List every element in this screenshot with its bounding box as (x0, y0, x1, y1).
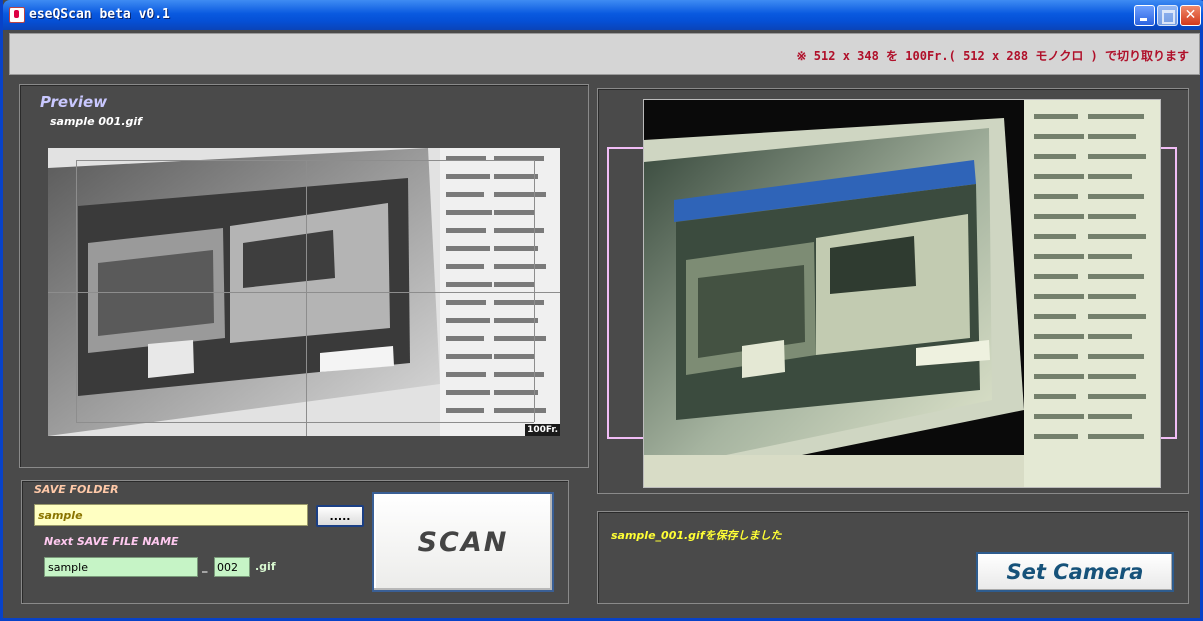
camera-photo (644, 100, 1160, 487)
file-extension-label: .gif (255, 560, 276, 573)
preview-title: Preview (40, 93, 108, 111)
save-panel: SAVE FOLDER ..... Next SAVE FILE NAME _ … (21, 480, 569, 604)
grid-line (306, 160, 307, 436)
camera-image (643, 99, 1161, 488)
camera-panel (597, 88, 1189, 494)
save-folder-label: SAVE FOLDER (34, 483, 119, 496)
grid-line (48, 292, 560, 293)
file-name-separator: _ (202, 560, 208, 573)
browse-folder-button[interactable]: ..... (316, 505, 364, 527)
minimize-button[interactable] (1134, 5, 1155, 26)
crop-info-note: ※ 512 x 348 を 100Fr.( 512 x 288 モノクロ ) で… (796, 49, 1189, 63)
minimize-icon (1135, 6, 1154, 25)
close-button[interactable]: ✕ (1180, 5, 1201, 26)
preview-file-name: sample 001.gif (50, 115, 142, 128)
grid-line (76, 160, 77, 422)
grid-line (76, 422, 534, 423)
close-icon: ✕ (1184, 7, 1197, 23)
title-bar[interactable]: eseQScan beta v0.1 ✕ (3, 0, 1203, 30)
frame-count-label: 100Fr. (525, 424, 560, 436)
preview-panel: Preview sample 001.gif 100Fr. (19, 84, 589, 468)
scan-button[interactable]: SCAN (372, 492, 554, 592)
crop-bracket-left (607, 147, 645, 439)
preview-image: 100Fr. (48, 148, 560, 436)
file-name-input[interactable] (44, 557, 198, 577)
grid-line (76, 160, 534, 161)
status-panel: sample_001.gifを保存しました Set Camera (597, 511, 1189, 604)
crop-bracket-right (1159, 147, 1177, 439)
java-app-icon[interactable] (9, 7, 25, 23)
maximize-icon (1158, 6, 1177, 25)
status-message: sample_001.gifを保存しました (611, 529, 782, 542)
grid-line (534, 160, 535, 422)
window-title: eseQScan beta v0.1 (29, 7, 170, 22)
info-bar: ※ 512 x 348 を 100Fr.( 512 x 288 モノクロ ) で… (9, 33, 1200, 75)
save-folder-input[interactable] (34, 504, 308, 526)
next-file-name-label: Next SAVE FILE NAME (44, 535, 179, 548)
app-window: eseQScan beta v0.1 ✕ ※ 512 x 348 を 100Fr… (0, 0, 1203, 621)
maximize-button[interactable] (1157, 5, 1178, 26)
set-camera-button[interactable]: Set Camera (976, 552, 1174, 592)
file-number-input[interactable] (214, 557, 250, 577)
